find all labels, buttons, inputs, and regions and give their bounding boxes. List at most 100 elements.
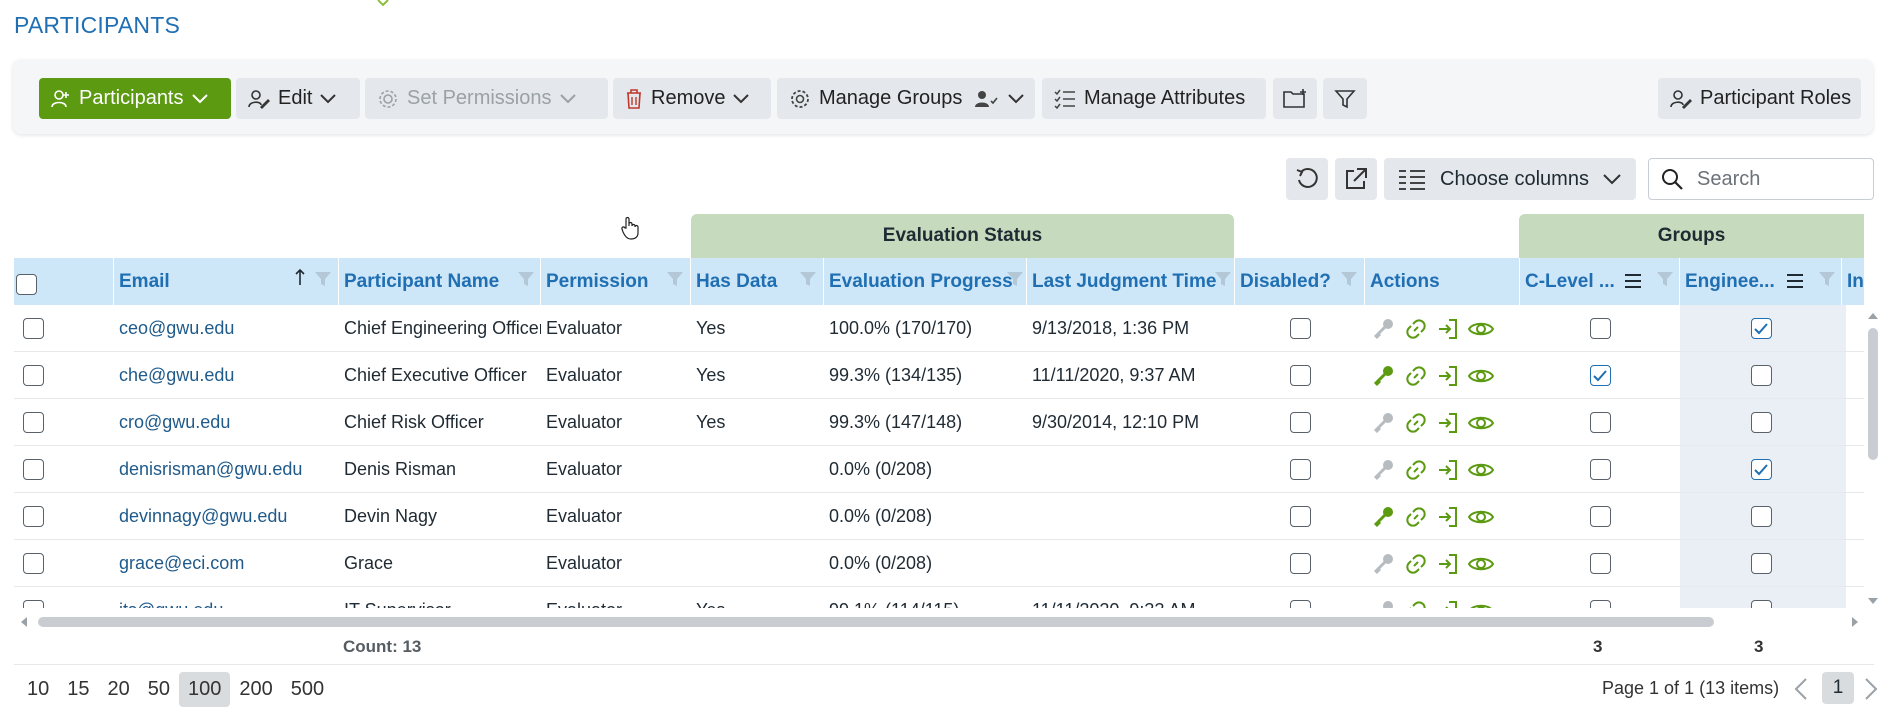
c-level-checkbox[interactable] — [1589, 318, 1611, 339]
page-size-option[interactable]: 200 — [230, 672, 281, 707]
row-select-checkbox[interactable] — [23, 506, 44, 527]
horizontal-scrollbar[interactable] — [38, 617, 1714, 627]
eye-icon[interactable] — [1468, 317, 1494, 341]
link-icon[interactable] — [1404, 317, 1428, 341]
column-header-permission[interactable]: Permission — [541, 258, 691, 305]
select-all-checkbox[interactable] — [16, 274, 37, 295]
email-cell[interactable]: grace@eci.com — [114, 540, 339, 587]
key-icon[interactable] — [1372, 552, 1396, 576]
filter-button[interactable] — [1323, 78, 1367, 119]
add-folder-button[interactable] — [1273, 78, 1317, 119]
column-header-evaluation-progress[interactable]: Evaluation Progress — [824, 258, 1027, 305]
vertical-scrollbar[interactable] — [1868, 328, 1878, 460]
login-icon[interactable] — [1436, 364, 1460, 388]
link-icon[interactable] — [1404, 552, 1428, 576]
eye-icon[interactable] — [1468, 552, 1494, 576]
manage-attributes-button[interactable]: Manage Attributes — [1042, 78, 1266, 119]
login-icon[interactable] — [1436, 505, 1460, 529]
page-size-option[interactable]: 500 — [282, 672, 333, 707]
eye-icon[interactable] — [1468, 505, 1494, 529]
engineering-checkbox[interactable] — [1750, 365, 1772, 386]
row-select-checkbox[interactable] — [23, 459, 44, 480]
export-button[interactable] — [1335, 158, 1377, 200]
key-icon[interactable] — [1372, 458, 1396, 482]
email-cell[interactable]: cro@gwu.edu — [114, 399, 339, 446]
column-header-last-judgment-time[interactable]: Last Judgment Time — [1027, 258, 1235, 305]
filter-icon[interactable] — [1006, 270, 1024, 288]
c-level-checkbox[interactable] — [1589, 553, 1611, 574]
key-icon[interactable] — [1372, 505, 1396, 529]
c-level-checkbox[interactable] — [1589, 365, 1611, 386]
engineering-checkbox[interactable] — [1750, 553, 1772, 574]
disabled-checkbox[interactable] — [1289, 506, 1311, 527]
column-header-participant-name[interactable]: Participant Name — [339, 258, 541, 305]
c-level-checkbox[interactable] — [1589, 600, 1611, 608]
key-icon[interactable] — [1372, 411, 1396, 435]
refresh-button[interactable] — [1286, 158, 1328, 200]
filter-icon[interactable] — [666, 270, 684, 288]
scroll-right-icon[interactable] — [1850, 616, 1860, 628]
c-level-checkbox[interactable] — [1589, 506, 1611, 527]
column-header-engineering[interactable]: Enginee... — [1680, 258, 1842, 305]
link-icon[interactable] — [1404, 411, 1428, 435]
scroll-left-icon[interactable] — [19, 616, 29, 628]
row-select-checkbox[interactable] — [23, 553, 44, 574]
login-icon[interactable] — [1436, 552, 1460, 576]
row-select-checkbox[interactable] — [23, 365, 44, 386]
email-cell[interactable]: ceo@gwu.edu — [114, 305, 339, 352]
filter-icon[interactable] — [517, 270, 535, 288]
column-header-next[interactable]: In — [1842, 258, 1864, 305]
participants-menu-button[interactable]: Participants — [39, 78, 231, 119]
column-header-disabled[interactable]: Disabled? — [1235, 258, 1365, 305]
c-level-checkbox[interactable] — [1589, 412, 1611, 433]
page-size-option[interactable]: 50 — [139, 672, 179, 707]
prev-page-icon[interactable] — [1794, 678, 1808, 700]
link-icon[interactable] — [1404, 505, 1428, 529]
row-select-checkbox[interactable] — [23, 600, 44, 608]
row-select-checkbox[interactable] — [23, 318, 44, 339]
filter-icon[interactable] — [799, 270, 817, 288]
key-icon[interactable] — [1372, 599, 1396, 609]
disabled-checkbox[interactable] — [1289, 459, 1311, 480]
eye-icon[interactable] — [1468, 599, 1494, 609]
scroll-up-icon[interactable] — [1867, 311, 1879, 321]
page-size-option[interactable]: 10 — [18, 672, 58, 707]
next-page-icon[interactable] — [1864, 678, 1878, 700]
engineering-checkbox[interactable] — [1750, 459, 1772, 480]
set-permissions-button[interactable]: Set Permissions — [365, 78, 608, 119]
disabled-checkbox[interactable] — [1289, 365, 1311, 386]
disabled-checkbox[interactable] — [1289, 553, 1311, 574]
engineering-checkbox[interactable] — [1750, 412, 1772, 433]
disabled-checkbox[interactable] — [1289, 412, 1311, 433]
key-icon[interactable] — [1372, 317, 1396, 341]
remove-menu-button[interactable]: Remove — [613, 78, 771, 119]
page-size-option[interactable]: 15 — [58, 672, 98, 707]
eye-icon[interactable] — [1468, 411, 1494, 435]
edit-menu-button[interactable]: Edit — [236, 78, 360, 119]
current-page-button[interactable]: 1 — [1822, 672, 1854, 704]
column-header-c-level[interactable]: C-Level ... — [1520, 258, 1680, 305]
filter-icon[interactable] — [314, 270, 332, 288]
filter-icon[interactable] — [1214, 270, 1232, 288]
engineering-checkbox[interactable] — [1750, 506, 1772, 527]
manage-groups-button[interactable]: Manage Groups — [777, 78, 1035, 119]
column-header-email[interactable]: Email — [114, 258, 339, 305]
filter-icon[interactable] — [1340, 270, 1358, 288]
login-icon[interactable] — [1436, 411, 1460, 435]
link-icon[interactable] — [1404, 364, 1428, 388]
link-icon[interactable] — [1404, 599, 1428, 609]
disabled-checkbox[interactable] — [1289, 600, 1311, 608]
participant-roles-button[interactable]: Participant Roles — [1658, 78, 1861, 119]
search-input[interactable] — [1697, 167, 1847, 191]
login-icon[interactable] — [1436, 317, 1460, 341]
column-header-has-data[interactable]: Has Data — [691, 258, 824, 305]
filter-icon[interactable] — [1656, 270, 1674, 288]
email-cell[interactable]: its@gwu.edu — [114, 587, 339, 608]
login-icon[interactable] — [1436, 458, 1460, 482]
login-icon[interactable] — [1436, 599, 1460, 609]
page-size-option[interactable]: 20 — [99, 672, 139, 707]
link-icon[interactable] — [1404, 458, 1428, 482]
page-size-option[interactable]: 100 — [179, 672, 231, 707]
choose-columns-button[interactable]: Choose columns — [1384, 158, 1636, 200]
engineering-checkbox[interactable] — [1750, 600, 1772, 608]
